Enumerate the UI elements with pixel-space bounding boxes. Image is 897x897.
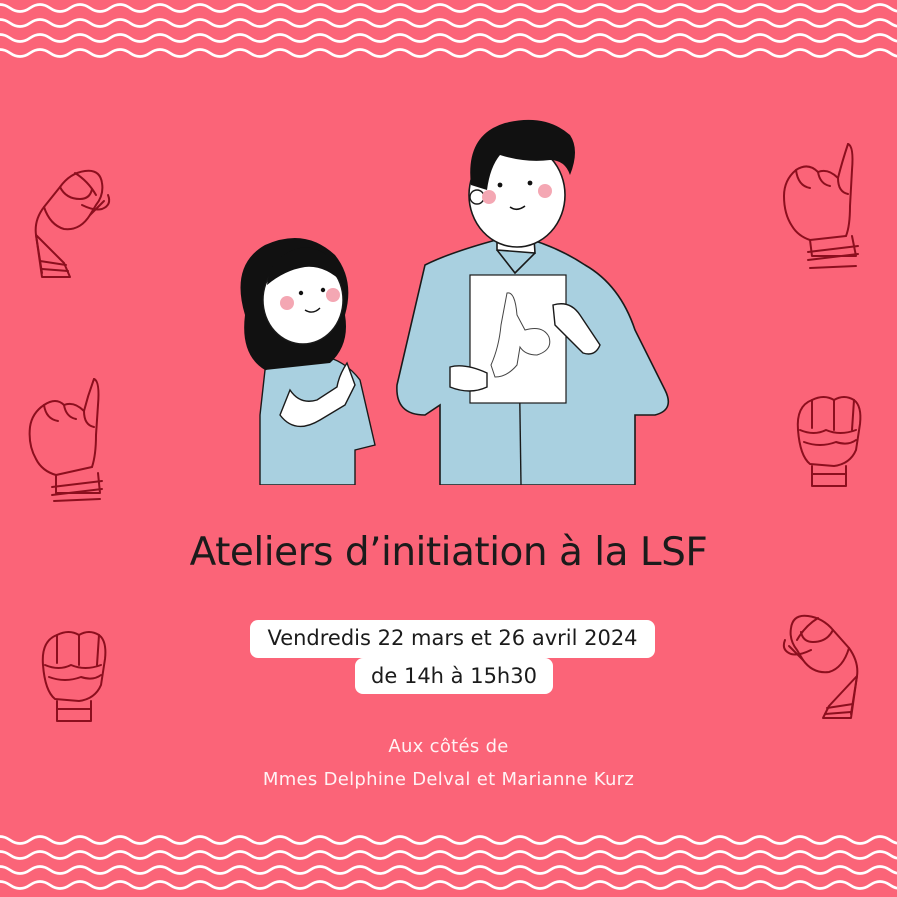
hand-sign-icon (796, 396, 862, 487)
hand-sign-icon (41, 631, 107, 722)
page-title: Ateliers d’initiation à la LSF (189, 530, 708, 575)
poster: Ateliers d’initiation à la LSF Vendredis… (0, 0, 897, 897)
presenter-names: Mmes Delphine Delval et Marianne Kurz (262, 769, 635, 790)
hand-sign-icon (28, 378, 103, 502)
with-label: Aux côtés de (388, 736, 509, 757)
hand-sign-icon (34, 169, 111, 278)
teacher-and-girl-illustration (240, 119, 670, 485)
wave-border-top (0, 3, 897, 58)
wave-border-bottom (0, 835, 897, 890)
hand-sign-icon (783, 143, 859, 269)
hand-sign-icon (782, 614, 859, 719)
time-badge: de 14h à 15h30 (355, 658, 553, 694)
date-badge: Vendredis 22 mars et 26 avril 2024 (250, 620, 655, 658)
